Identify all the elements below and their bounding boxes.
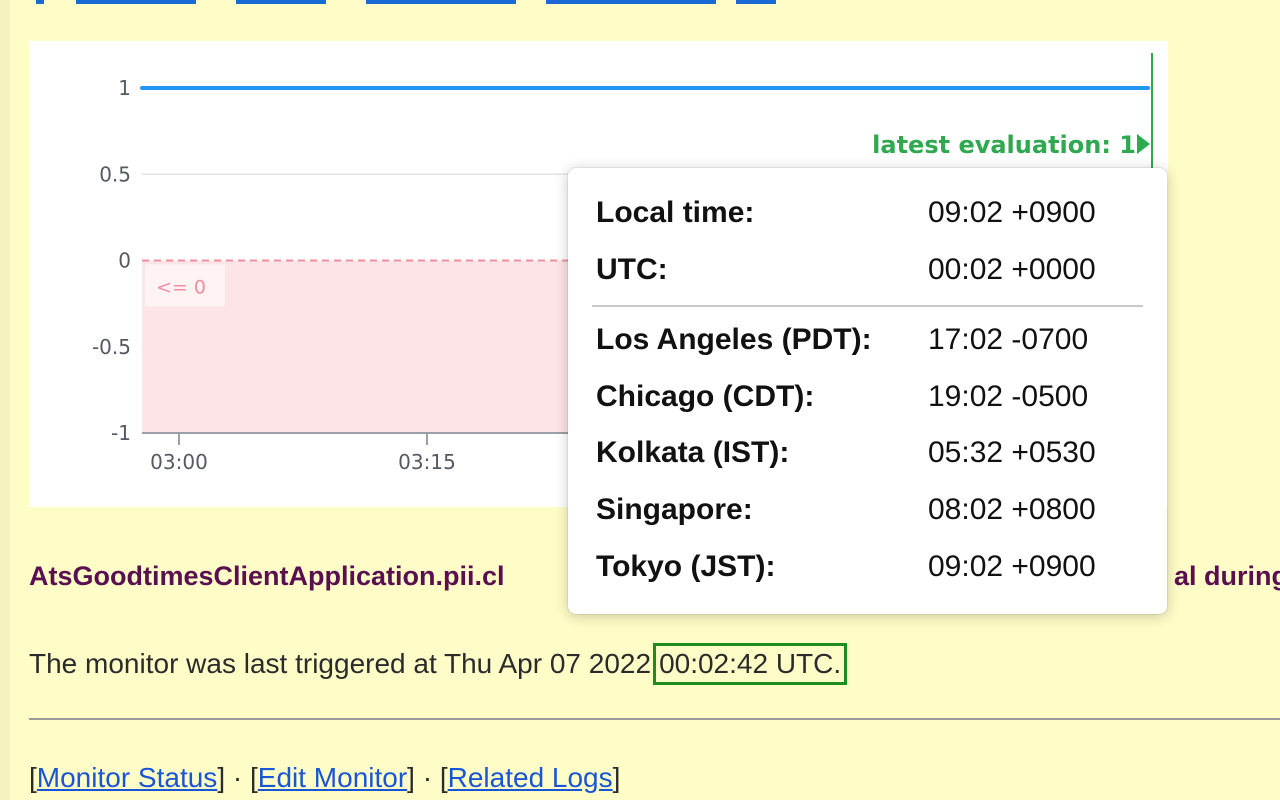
tooltip-row: Local time: 09:02 +0900 xyxy=(596,196,1141,236)
divider xyxy=(29,718,1280,720)
latest-evaluation-arrow-icon xyxy=(1137,134,1150,154)
last-triggered-text: The monitor was last triggered at Thu Ap… xyxy=(29,648,652,679)
email-body: <= 0 1 0.5 0 -0.5 -1 03:00 03:15 latest evalua… xyxy=(0,0,1280,800)
timezone-tooltip: Local time: 09:02 +0900 UTC: 00:02 +0000 Los… xyxy=(568,168,1167,614)
y-tick-label: 1 xyxy=(118,76,131,100)
last-triggered-line: The monitor was last triggered at Thu Ap… xyxy=(29,643,848,685)
x-tick-label: 03:00 xyxy=(150,450,208,474)
tooltip-row: Chicago (CDT): 19:02 -0500 xyxy=(596,380,1141,420)
cut-off-text-fragment xyxy=(236,0,326,4)
latest-evaluation-label: latest evaluation: 1 xyxy=(872,131,1136,159)
threshold-label: <= 0 xyxy=(156,277,206,299)
edit-monitor-link[interactable]: Edit Monitor xyxy=(258,762,407,793)
tooltip-row: Singapore: 08:02 +0800 xyxy=(596,493,1141,533)
link-separator: · xyxy=(232,762,243,793)
cut-off-text-fragment xyxy=(366,0,516,4)
monitor-status-link[interactable]: Monitor Status xyxy=(37,762,218,793)
timezone-label: Los Angeles (PDT): xyxy=(596,323,872,356)
y-tick-label: 0 xyxy=(118,249,131,273)
footer-links: [Monitor Status] · [Edit Monitor] · [Rel… xyxy=(29,762,621,793)
timezone-label: Local time: xyxy=(596,196,755,229)
timezone-value: 05:32 +0530 xyxy=(928,436,1096,469)
timezone-value: 00:02 +0000 xyxy=(928,253,1096,286)
y-tick-label: -0.5 xyxy=(92,335,131,359)
timezone-label: Chicago (CDT): xyxy=(596,380,815,413)
timezone-label: Singapore: xyxy=(596,493,753,526)
y-tick-label: 0.5 xyxy=(99,162,131,186)
timezone-label: UTC: xyxy=(596,253,668,286)
cut-off-text-fragment xyxy=(76,0,196,4)
x-tick-label: 03:15 xyxy=(398,450,456,474)
timezone-value: 19:02 -0500 xyxy=(928,380,1089,413)
timezone-value: 17:02 -0700 xyxy=(928,323,1089,356)
cut-off-text-fragment xyxy=(36,0,44,4)
tooltip-separator xyxy=(592,305,1143,307)
cut-off-top-link[interactable] xyxy=(36,0,796,4)
timezone-value: 09:02 +0900 xyxy=(928,550,1096,583)
tooltip-row: Kolkata (IST): 05:32 +0530 xyxy=(596,436,1141,476)
timezone-label: Kolkata (IST): xyxy=(596,436,790,469)
cut-off-text-fragment xyxy=(546,0,716,4)
monitor-title: AtsGoodtimesClientApplication.pii.cl xyxy=(29,561,505,591)
tooltip-row: Los Angeles (PDT): 17:02 -0700 xyxy=(596,323,1141,363)
timezone-label: Tokyo (JST): xyxy=(596,550,776,583)
y-tick-label: -1 xyxy=(111,421,131,445)
monitor-title-continued: al during xyxy=(1174,561,1280,591)
related-logs-link[interactable]: Related Logs xyxy=(448,762,613,793)
tooltip-row: Tokyo (JST): 09:02 +0900 xyxy=(596,550,1141,590)
page-left-edge xyxy=(0,0,10,800)
timezone-value: 08:02 +0800 xyxy=(928,493,1096,526)
cut-off-text-fragment xyxy=(736,0,776,4)
link-separator: · xyxy=(422,762,433,793)
last-triggered-time: 00:02:42 UTC. xyxy=(653,643,848,685)
timezone-value: 09:02 +0900 xyxy=(928,196,1096,229)
tooltip-row: UTC: 00:02 +0000 xyxy=(596,253,1141,293)
